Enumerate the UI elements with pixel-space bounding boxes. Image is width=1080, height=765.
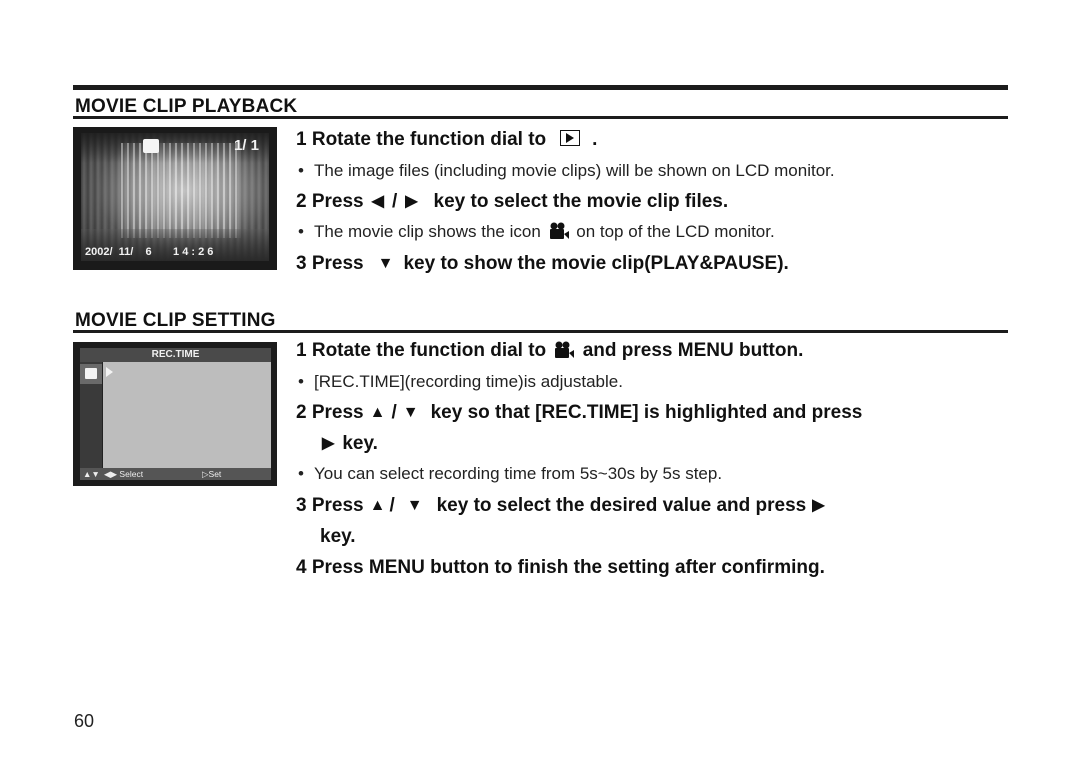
step-suffix: key to show the movie clip(PLAY&PAUSE). [403,253,789,274]
step-suffix: key to select the desired value and pres… [436,495,807,516]
step-suffix: and press MENU button. [582,340,804,361]
section-title-setting: MOVIE CLIP SETTING [75,310,276,331]
separator: / [389,495,395,516]
bullet-text: [REC.TIME](recording time)is adjustable. [314,372,623,391]
step-prefix: 1 Rotate the function dial to [296,340,547,361]
bullet-suffix: on top of the LCD monitor. [576,222,775,241]
setting-step-2: 2 Press ▲ / ▼ key so that [REC.TIME] is high… [296,402,862,424]
bullet-prefix: The movie clip shows the icon [314,222,541,241]
setting-step-3: 3 Press ▲ / ▼ key to select the desired valu… [296,495,825,517]
step-prefix: 3 Press [296,253,364,274]
footer-nav-hint: ▲▼ [83,469,100,479]
playback-step-2: 2 Press ◀ / ▶ key to select the movie clip f… [296,191,728,213]
menu-title: REC.TIME [80,348,271,362]
bullet-dot: • [298,372,304,391]
footer-set-hint: ▷Set [202,469,222,479]
playback-step-3: 3 Press ▼ key to show the movie clip(PLAY&… [296,253,789,275]
separator: / [391,191,398,212]
image-counter: 1/ 1 [233,137,259,154]
up-arrow-key-icon: ▲ [369,404,386,421]
step-suffix: key. [342,433,378,454]
bullet-dot: • [298,222,304,241]
playback-bullet-1: • The image files (including movie clips)… [298,161,835,181]
up-arrow-key-icon: ▲ [369,497,386,514]
movie-camera-icon [85,368,97,379]
step-prefix: 3 Press [296,495,364,516]
step-prefix: 2 Press [296,191,364,212]
left-arrow-key-icon: ◀ [371,193,384,210]
step-text: 1 Rotate the function dial to [296,129,547,150]
section-title-playback: MOVIE CLIP PLAYBACK [75,96,298,117]
lcd-setting-screen: REC.TIME ▲▼ ◀▶ Select ▷Set [73,342,277,486]
setting-bullet-2: • You can select recording time from 5s~3… [298,464,722,484]
right-arrow-key-icon: ▶ [322,435,335,452]
playback-step-1: 1 Rotate the function dial to. [296,129,597,151]
waterfall-photo: 1/ 1 2002/ 11/ 6 1 4 : 2 6 [81,133,269,261]
setting-bullet-1: • [REC.TIME](recording time)is adjustable… [298,372,623,392]
right-arrow-key-icon: ▶ [812,497,825,514]
separator: / [391,402,397,423]
down-arrow-key-icon: ▼ [377,255,394,272]
right-arrow-key-icon: ▶ [405,193,418,210]
section-rule-playback [73,116,1008,119]
step-suffix: . [592,129,598,150]
step-suffix: key so that [REC.TIME] is highlighted an… [430,402,863,423]
menu-tab-movie [80,364,102,384]
date-time-stamp: 2002/ 11/ 6 1 4 : 2 6 [85,246,214,258]
setting-step-3-line-2: key. [320,526,356,547]
playback-mode-icon [560,130,581,146]
step-prefix: 2 Press [296,402,364,423]
setting-step-2-line-2: ▶ key. [322,433,378,455]
movie-camera-icon [555,341,575,358]
menu-screen: REC.TIME ▲▼ ◀▶ Select ▷Set [80,348,271,480]
lcd-playback-screen: 1/ 1 2002/ 11/ 6 1 4 : 2 6 [73,127,277,270]
step-suffix: key to select the movie clip files. [433,191,729,212]
top-rule [73,85,1008,90]
page-number: 60 [74,711,95,731]
bullet-dot: • [298,464,304,483]
playback-bullet-2: • The movie clip shows the icon on top of… [298,222,775,242]
footer-select-hint: ◀▶ Select [104,469,144,479]
bullet-text: You can select recording time from 5s~30… [314,464,723,483]
movie-camera-icon [143,139,159,153]
waterfall [121,143,241,238]
menu-footer: ▲▼ ◀▶ Select ▷Set [80,468,271,480]
down-arrow-key-icon: ▼ [402,404,419,421]
menu-content [103,362,271,468]
down-arrow-key-icon: ▼ [406,497,423,514]
bullet-dot: • [298,161,304,180]
movie-camera-icon [549,222,569,239]
menu-sidebar [80,362,103,468]
bullet-text: The image files (including movie clips) … [314,161,835,180]
submenu-arrow-icon [106,367,113,377]
setting-step-4: 4 Press MENU button to finish the settin… [296,557,825,578]
setting-step-1: 1 Rotate the function dial to and press … [296,340,803,362]
section-rule-setting [73,330,1008,333]
